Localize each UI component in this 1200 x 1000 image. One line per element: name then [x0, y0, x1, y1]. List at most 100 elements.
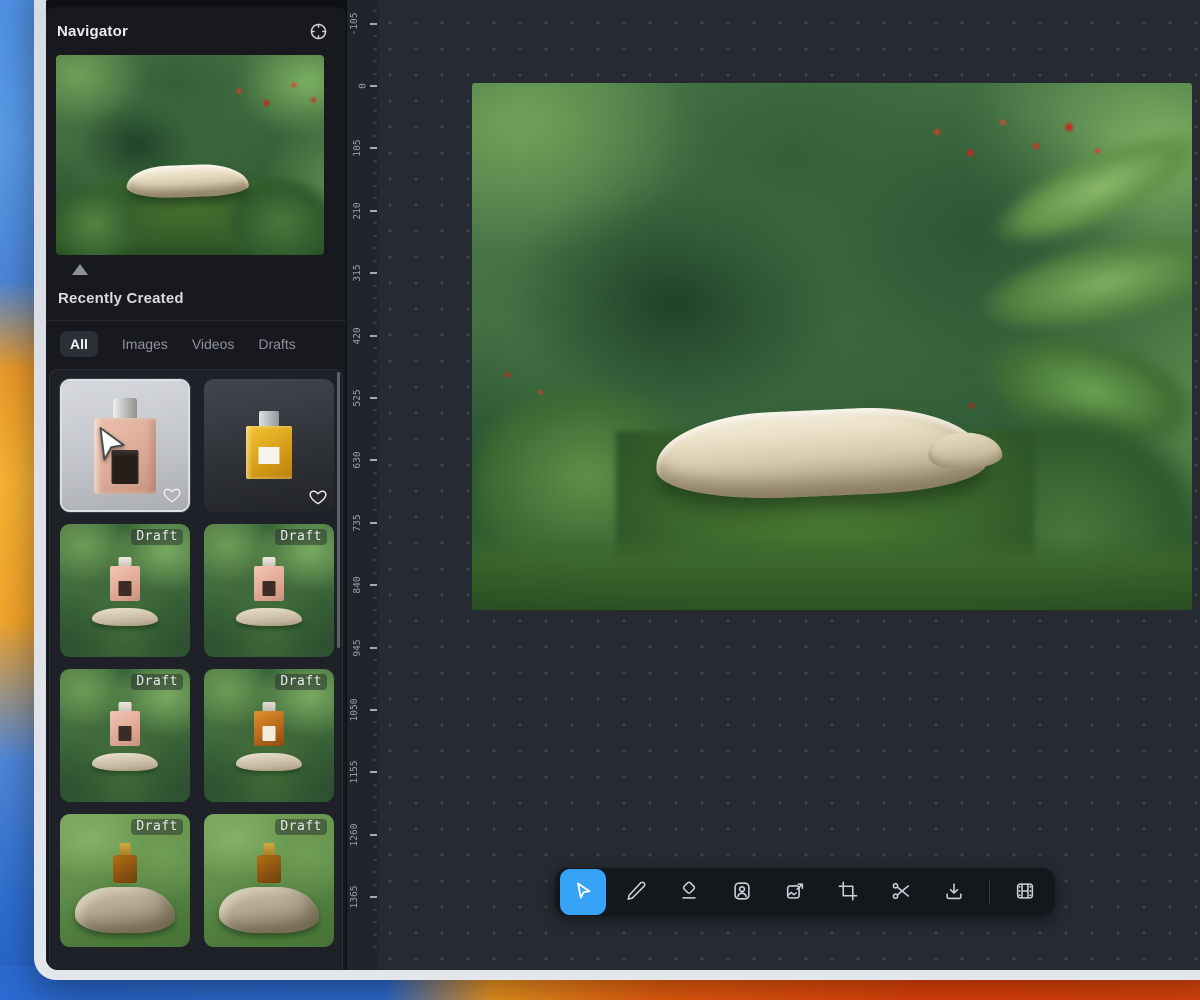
thumbnail-rock	[236, 608, 302, 626]
ruler-minor-tick	[373, 248, 377, 249]
ruler-minor-tick	[373, 135, 377, 136]
ruler-minor-tick	[373, 310, 377, 311]
gallery-image-item[interactable]	[60, 379, 190, 512]
ruler-minor-tick	[373, 410, 377, 411]
gallery-draft-item[interactable]: Draft	[60, 669, 190, 802]
ruler-minor-tick	[373, 759, 377, 760]
ruler-major-tick	[370, 23, 377, 25]
cut-tool-button[interactable]	[879, 870, 923, 914]
ruler-major-tick	[370, 647, 377, 649]
select-tool-button[interactable]	[560, 869, 606, 915]
pen-icon	[625, 880, 647, 905]
ruler-major-tick	[370, 834, 377, 836]
gallery-draft-item[interactable]: Draft	[60, 814, 190, 947]
tab-all[interactable]: All	[60, 331, 98, 357]
preview-flowers	[217, 67, 324, 127]
crosshair-icon[interactable]	[306, 19, 330, 43]
ruler-minor-tick	[373, 797, 377, 798]
heart-icon[interactable]	[162, 485, 182, 505]
gallery-image-item[interactable]	[204, 379, 334, 512]
ruler-minor-tick	[373, 11, 377, 12]
ruler-major-tick	[370, 709, 377, 711]
gallery-draft-item[interactable]: Draft	[204, 814, 334, 947]
ruler-label: 315	[352, 265, 363, 282]
ruler-minor-tick	[373, 510, 377, 511]
perfume-bottle	[113, 843, 137, 883]
perfume-bottle	[110, 702, 140, 746]
gallery-scrollbar[interactable]	[337, 372, 340, 648]
bottle-cap	[113, 398, 137, 420]
ruler-minor-tick	[373, 185, 377, 186]
pen-tool-button[interactable]	[614, 870, 658, 914]
bottle-body	[110, 566, 140, 601]
ruler-minor-tick	[373, 635, 377, 636]
ruler-minor-tick	[373, 859, 377, 860]
ruler-minor-tick	[373, 360, 377, 361]
ruler-label: 840	[352, 577, 363, 594]
draft-badge: Draft	[275, 819, 327, 835]
ruler-minor-tick	[373, 385, 377, 386]
eraser-tool-button[interactable]	[667, 870, 711, 914]
ruler-label: 420	[352, 327, 363, 344]
crop-tool-button[interactable]	[826, 870, 870, 914]
navigator-preview[interactable]	[56, 55, 324, 255]
tab-videos[interactable]: Videos	[192, 336, 235, 352]
ruler-minor-tick	[373, 323, 377, 324]
ruler-minor-tick	[373, 485, 377, 486]
app-window: Navigator Recently Created AllImages	[34, 0, 1200, 980]
ruler-minor-tick	[373, 472, 377, 473]
navigator-header: Navigator	[46, 7, 346, 49]
recent-tabs: All Images Videos Drafts	[46, 321, 346, 369]
collapse-up-arrow-icon[interactable]	[72, 264, 88, 275]
tab-drafts[interactable]: Drafts	[258, 336, 295, 352]
thumbnail-rock	[92, 753, 158, 771]
mouse-cursor	[87, 422, 135, 470]
ruler-minor-tick	[373, 198, 377, 199]
ruler-minor-tick	[373, 73, 377, 74]
filmstrip-tool-button[interactable]	[1003, 870, 1047, 914]
ruler-minor-tick	[373, 235, 377, 236]
download-tool-button[interactable]	[932, 870, 976, 914]
gallery-draft-item[interactable]: Draft	[204, 669, 334, 802]
thumbnail-rock	[75, 887, 175, 933]
ruler-label: 1155	[349, 761, 360, 784]
perfume-bottle	[254, 702, 284, 746]
scene-vignette	[472, 83, 1192, 610]
ruler-major-tick	[370, 397, 377, 399]
bottle-label	[119, 726, 132, 741]
ruler-minor-tick	[373, 61, 377, 62]
ruler-minor-tick	[373, 36, 377, 37]
ruler-label: 1365	[349, 886, 360, 909]
ruler-minor-tick	[373, 909, 377, 910]
vertical-ruler: -105010521031542052563073584094510501155…	[346, 0, 379, 970]
download-icon	[943, 880, 965, 905]
ruler-label: 630	[352, 452, 363, 469]
ruler-major-tick	[370, 335, 377, 337]
sidebar-panel: Navigator Recently Created AllImages	[46, 7, 346, 970]
thumbnail-rock	[236, 753, 302, 771]
ruler-minor-tick	[373, 173, 377, 174]
ruler-minor-tick	[373, 547, 377, 548]
bottle-body	[257, 855, 281, 883]
expand-image-tool-button[interactable]	[773, 870, 817, 914]
portrait-tool-button[interactable]	[720, 870, 764, 914]
eraser-icon	[678, 880, 700, 905]
ruler-minor-tick	[373, 447, 377, 448]
bottle-label	[119, 581, 132, 596]
gallery-draft-item[interactable]: Draft	[60, 524, 190, 657]
ruler-minor-tick	[373, 535, 377, 536]
ruler-minor-tick	[373, 934, 377, 935]
canvas-area[interactable]	[379, 0, 1200, 970]
thumbnail-rock	[219, 887, 319, 933]
heart-icon[interactable]	[308, 487, 328, 507]
ruler-minor-tick	[373, 348, 377, 349]
ruler-minor-tick	[373, 847, 377, 848]
ruler-label: 210	[352, 202, 363, 219]
app-content: Navigator Recently Created AllImages	[46, 0, 1200, 970]
toolbar-separator	[989, 879, 990, 905]
gallery-draft-item[interactable]: Draft	[204, 524, 334, 657]
ruler-minor-tick	[373, 373, 377, 374]
tab-images[interactable]: Images	[122, 336, 168, 352]
sidebar: Navigator Recently Created AllImages	[46, 0, 346, 970]
canvas-image[interactable]	[472, 83, 1192, 610]
